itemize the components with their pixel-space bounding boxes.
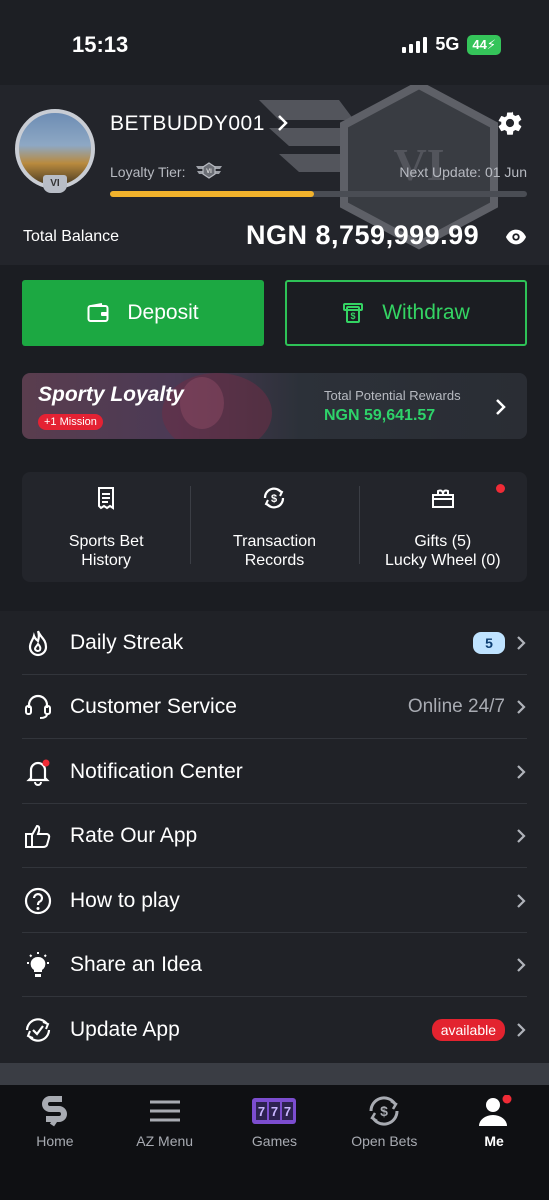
receipt-icon xyxy=(98,487,115,510)
menu-label: Daily Streak xyxy=(70,630,184,654)
menu-label: Rate Our App xyxy=(70,823,198,847)
tab-label: Home xyxy=(36,1133,74,1149)
loyalty-tier-label: Loyalty Tier: xyxy=(110,164,186,180)
tab-games[interactable]: 7 7 7 Games xyxy=(220,1085,330,1200)
lightbulb-icon xyxy=(27,951,49,977)
update-icon xyxy=(25,1018,51,1042)
svg-text:7: 7 xyxy=(284,1104,291,1119)
menu-item-customer-service[interactable]: Customer Service Online 24/7 xyxy=(22,675,527,739)
menu-item-share-an-idea[interactable]: Share an Idea xyxy=(22,933,527,997)
bell-icon xyxy=(26,759,50,786)
tier-progress-fill xyxy=(110,191,315,197)
quick-links: Sports Bet History $ Transaction Records G… xyxy=(22,472,527,582)
chevron-right-icon xyxy=(517,828,526,843)
total-balance-label: Total Balance xyxy=(23,228,120,245)
menu-item-daily-streak[interactable]: Daily Streak 5 xyxy=(22,611,527,675)
quick-link-sports-bet-history[interactable]: Sports Bet History xyxy=(22,472,190,582)
sporty-loyalty-banner[interactable]: Sporty Loyalty +1 Mission Total Potentia… xyxy=(22,373,527,439)
gear-icon[interactable] xyxy=(496,109,524,137)
network-type: 5G xyxy=(435,34,460,54)
question-icon xyxy=(24,887,52,914)
deposit-label: Deposit xyxy=(127,301,199,324)
cash-out-icon: $ xyxy=(343,303,364,323)
quick-link-gifts[interactable]: Gifts (5) Lucky Wheel (0) xyxy=(358,472,527,582)
avatar-tier-tag: VI xyxy=(43,175,67,193)
withdraw-label: Withdraw xyxy=(382,301,470,324)
rewards-label: Total Potential Rewards xyxy=(324,388,461,403)
tab-home[interactable]: Home xyxy=(0,1085,110,1200)
chevron-right-icon[interactable] xyxy=(276,113,290,133)
svg-text:$: $ xyxy=(380,1103,388,1119)
tier-badge-icon: VI xyxy=(196,162,222,179)
streak-count-badge: 5 xyxy=(473,631,505,654)
slots-icon: 7 7 7 xyxy=(252,1098,297,1124)
notification-dot xyxy=(495,484,505,493)
tab-label: AZ Menu xyxy=(136,1133,194,1149)
loyalty-title: Sporty Loyalty xyxy=(38,383,184,406)
chevron-right-icon xyxy=(517,957,526,972)
total-balance-value: NGN 8,759,999.99 xyxy=(246,220,480,250)
sporty-logo-icon xyxy=(41,1096,67,1127)
service-availability: Online 24/7 xyxy=(407,695,505,717)
chevron-right-icon xyxy=(517,764,526,779)
quick-link-label-2: Records xyxy=(244,552,305,569)
quick-link-label-2: Lucky Wheel (0) xyxy=(385,552,501,569)
menu-item-notification-center[interactable]: Notification Center xyxy=(22,740,527,804)
menu-label: How to play xyxy=(70,888,180,912)
svg-text:$: $ xyxy=(271,493,277,505)
eye-icon[interactable] xyxy=(505,226,527,248)
menu-item-update-app[interactable]: Update App available xyxy=(22,998,527,1062)
tab-label: Games xyxy=(251,1133,298,1149)
menu-item-how-to-play[interactable]: How to play xyxy=(22,869,527,933)
thumbs-up-icon xyxy=(25,824,51,848)
battery-icon: 44⚡ xyxy=(467,34,501,55)
chevron-right-icon xyxy=(517,699,526,714)
quick-link-transaction-records[interactable]: $ Transaction Records xyxy=(190,472,358,582)
wallet-icon xyxy=(87,303,109,322)
chevron-right-icon xyxy=(517,1023,526,1037)
status-indicators: 5G 44⚡ xyxy=(402,34,501,55)
withdraw-button[interactable]: $ Withdraw xyxy=(285,280,527,346)
quick-link-label-1: Transaction xyxy=(232,533,316,550)
svg-text:7: 7 xyxy=(271,1104,278,1119)
flame-icon xyxy=(28,630,48,656)
bottom-tab-bar: Home AZ Menu 7 7 7 Games $ Open Bets Me xyxy=(0,1085,549,1200)
quick-link-label-2: History xyxy=(81,552,132,569)
username[interactable]: BETBUDDY001 xyxy=(110,112,265,136)
menu-label: Share an Idea xyxy=(70,952,202,976)
tab-open-bets[interactable]: $ Open Bets xyxy=(329,1085,439,1200)
menu-item-rate-our-app[interactable]: Rate Our App xyxy=(22,804,527,868)
open-bets-icon: $ xyxy=(369,1096,399,1126)
mission-badge: +1 Mission xyxy=(38,414,103,430)
quick-link-label-1: Sports Bet xyxy=(68,533,144,550)
exchange-icon: $ xyxy=(264,487,285,509)
svg-text:VI: VI xyxy=(206,169,212,175)
tab-me[interactable]: Me xyxy=(439,1085,549,1200)
menu-label: Customer Service xyxy=(70,694,237,718)
rewards-value: NGN 59,641.57 xyxy=(324,407,436,424)
user-icon xyxy=(479,1095,512,1126)
tab-label: Open Bets xyxy=(351,1133,418,1149)
gift-icon xyxy=(431,489,454,508)
menu-list: Daily Streak 5 Customer Service Online 2… xyxy=(0,611,549,1063)
quick-link-label-1: Gifts (5) xyxy=(414,533,472,550)
status-time: 15:13 xyxy=(72,32,129,57)
tab-az-menu[interactable]: AZ Menu xyxy=(110,1085,220,1200)
svg-text:$: $ xyxy=(351,311,356,321)
tab-label: Me xyxy=(484,1133,504,1149)
headset-icon xyxy=(25,694,51,719)
status-bar: 15:13 5G 44⚡ xyxy=(0,0,549,90)
chevron-right-icon xyxy=(496,399,506,415)
update-available-badge: available xyxy=(431,1019,505,1041)
signal-icon xyxy=(402,36,428,53)
deposit-button[interactable]: Deposit xyxy=(22,280,264,346)
chevron-right-icon xyxy=(517,635,526,650)
menu-label: Update App xyxy=(70,1018,180,1041)
svg-text:7: 7 xyxy=(258,1104,265,1119)
hamburger-icon xyxy=(149,1100,180,1122)
tier-progress-bar xyxy=(110,191,527,197)
next-update: Next Update: 01 Jun xyxy=(399,164,527,180)
menu-label: Notification Center xyxy=(70,759,243,783)
chevron-right-icon xyxy=(517,893,526,908)
